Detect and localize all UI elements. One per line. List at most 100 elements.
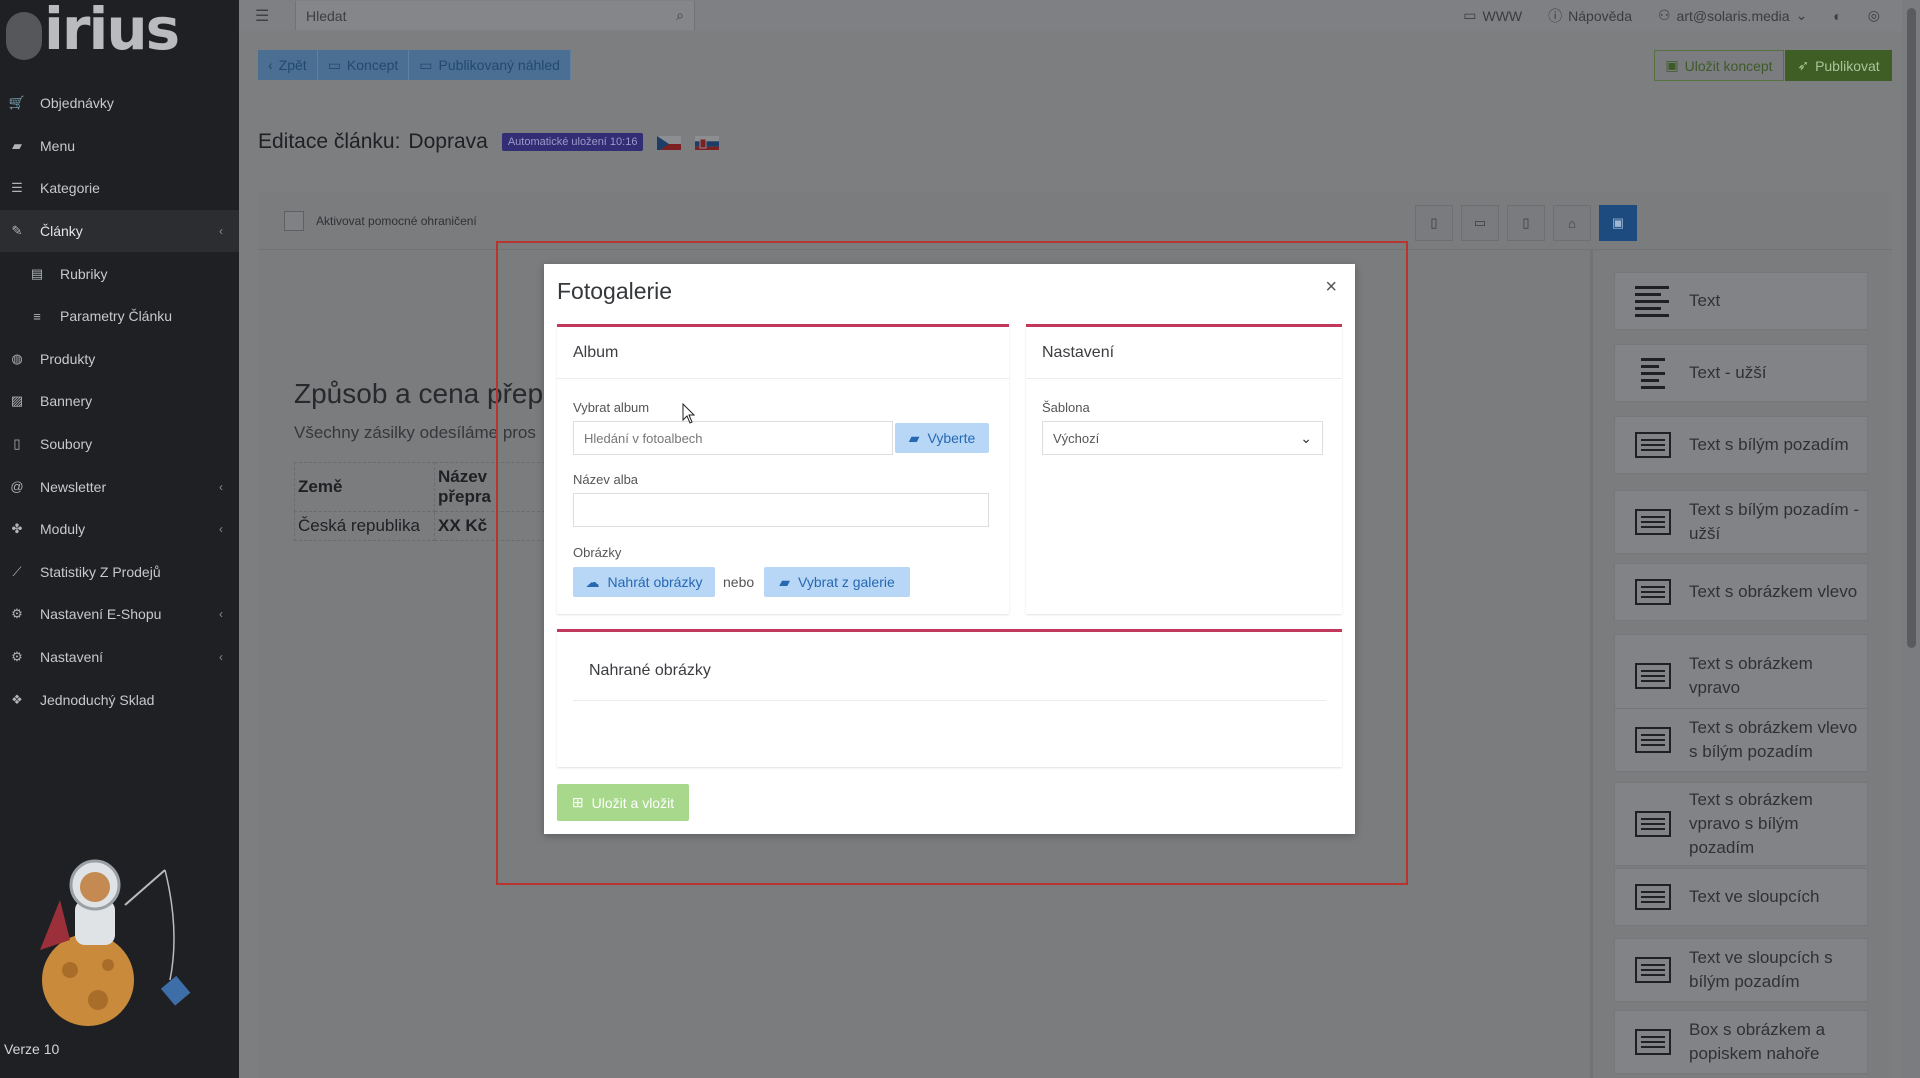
widget-item[interactable]: Text s obrázkem vlevo s bílým pozadím: [1614, 708, 1868, 772]
upload-images-button[interactable]: ☁ Nahrát obrázky: [573, 567, 715, 597]
album-panel-title: Album: [557, 327, 1009, 379]
widget-item[interactable]: Text s obrázkem vpravo s bílým pozadím: [1614, 782, 1868, 866]
laptop-icon[interactable]: ⌂: [1553, 205, 1591, 241]
image-caption-icon: [1635, 1029, 1671, 1055]
global-search-input[interactable]: Hledat ⌕: [295, 1, 695, 30]
sidebar-item[interactable]: ✎ Články ‹: [0, 209, 239, 253]
sidebar-item[interactable]: ▨ Bannery: [0, 380, 239, 423]
www-label: WWW: [1482, 7, 1523, 24]
chevron-left-icon: ‹: [268, 57, 273, 73]
sidebar-item-label: Objednávky: [40, 95, 114, 112]
topbar: ☰ Hledat ⌕ ▭ WWW ⓘ Nápověda ⚇ art@solaris.m…: [239, 0, 1920, 31]
widget-item[interactable]: Text ve sloupcích: [1614, 868, 1868, 926]
sidebar-item[interactable]: ◍ Produkty: [0, 338, 239, 381]
widget-item[interactable]: Text s obrázkem vpravo: [1614, 634, 1868, 718]
czech-flag-icon[interactable]: [657, 134, 682, 150]
sidebar-item[interactable]: ⚙ Nastavení ‹: [0, 636, 239, 679]
images-label: Obrázky: [573, 545, 622, 560]
image-left-icon: [1635, 579, 1671, 605]
monitor-icon: ▭: [419, 56, 433, 73]
select-from-gallery-label: Vybrat z galerie: [798, 574, 895, 590]
language-flag-icon[interactable]: ◐: [1833, 8, 1841, 24]
sidebar-item[interactable]: ▤ Rubriky: [0, 252, 239, 295]
astronaut-mascot-illustration: [40, 859, 191, 1026]
sidebar-item[interactable]: @ Newsletter ‹: [0, 465, 239, 508]
widget-label: Text s obrázkem vlevo: [1689, 582, 1858, 601]
widget-label: Text: [1689, 291, 1721, 310]
helper-border-checkbox[interactable]: [284, 210, 304, 231]
widget-item[interactable]: Text ve sloupcích s bílým pozadím: [1614, 938, 1868, 1002]
sidebar-item-label: Rubriky: [60, 265, 108, 282]
phone-landscape-icon[interactable]: ▭: [1461, 205, 1499, 241]
image-right-icon: [1635, 663, 1671, 689]
album-search-placeholder: Hledání v fotoalbech: [584, 430, 703, 446]
boxes-icon: ❖: [11, 691, 23, 707]
widget-item[interactable]: Box s obrázkem a popiskem nahoře: [1614, 1010, 1868, 1074]
select-from-gallery-button[interactable]: ▰ Vybrat z galerie: [764, 567, 910, 597]
concept-label: Koncept: [346, 57, 399, 73]
device-preview-buttons: ▯ ▭ ▯ ⌂ ▣: [1415, 205, 1637, 241]
astronaut-logo-icon: [6, 12, 42, 60]
save-concept-button[interactable]: ▣ Uložit koncept: [1654, 50, 1784, 81]
slovak-flag-icon[interactable]: [695, 134, 720, 150]
sidebar: irius 🛒 Objednávky ▰ Menu ☰ Kategorie ✎ Články ‹…: [0, 0, 239, 1078]
page-scrollbar[interactable]: [1902, 0, 1920, 1078]
sidebar-item[interactable]: ❖ Jednoduchý Sklad: [0, 678, 239, 721]
sidebar-item[interactable]: ▰ Menu: [0, 125, 239, 168]
publish-button[interactable]: ➶ Publikovat: [1785, 50, 1892, 81]
concept-button[interactable]: ▭ Koncept: [317, 50, 410, 80]
save-and-insert-button[interactable]: ⊞ Uložit a vložit: [557, 784, 689, 821]
article-action-bar: ‹ Zpět ▭ Koncept ▭ Publikovaný náhled: [258, 50, 571, 80]
template-select[interactable]: Výchozí ⌄: [1042, 421, 1323, 455]
settings-panel: Nastavení Šablona Výchozí ⌄: [1026, 324, 1342, 614]
tablet-icon[interactable]: ▯: [1507, 205, 1545, 241]
widget-item[interactable]: Text s bílým pozadím - užší: [1614, 490, 1868, 554]
sidebar-item-label: Kategorie: [40, 180, 100, 197]
chevron-left-icon: ‹: [219, 522, 223, 537]
published-preview-button[interactable]: ▭ Publikovaný náhled: [409, 50, 571, 80]
folder-icon: ▰: [12, 137, 22, 153]
sidebar-item[interactable]: ⟋ Statistiky Z Prodejů: [0, 551, 239, 594]
close-icon[interactable]: ×: [1325, 276, 1337, 299]
album-search-input[interactable]: Hledání v fotoalbech: [573, 421, 893, 455]
chevron-left-icon: ‹: [219, 650, 223, 665]
chevron-down-icon: ⌄: [1300, 429, 1312, 446]
help-link[interactable]: ⓘ Nápověda: [1548, 6, 1632, 26]
widget-label: Text s obrázkem vpravo: [1689, 654, 1813, 697]
phone-portrait-icon[interactable]: ▯: [1415, 205, 1453, 241]
chart-icon: ⟋: [12, 563, 22, 579]
settings-circle-icon[interactable]: ◎: [1868, 7, 1880, 24]
widget-item[interactable]: Text s obrázkem vlevo: [1614, 563, 1868, 621]
image-left-box-icon: [1635, 727, 1671, 753]
hamburger-menu-icon[interactable]: ☰: [255, 6, 283, 26]
modal-title: Fotogalerie: [557, 278, 673, 304]
www-link[interactable]: ▭ WWW: [1463, 7, 1522, 24]
back-button[interactable]: ‹ Zpět: [258, 50, 318, 80]
widget-item[interactable]: Text: [1614, 272, 1868, 330]
sidebar-item[interactable]: ☰ Kategorie: [0, 167, 239, 210]
search-icon[interactable]: ⌕: [676, 7, 684, 24]
sidebar-item-label: Jednoduchý Sklad: [40, 691, 155, 708]
image-right-box-icon: [1635, 811, 1671, 837]
desktop-icon[interactable]: ▣: [1599, 205, 1637, 241]
widget-item[interactable]: Text - užší: [1614, 344, 1868, 402]
widget-label: Text s bílým pozadím: [1689, 435, 1849, 454]
sidebar-item-label: Newsletter: [40, 478, 107, 495]
select-album-button[interactable]: ▰ Vyberte: [895, 423, 989, 453]
sidebar-item-label: Nastavení: [40, 649, 104, 666]
user-menu[interactable]: ⚇ art@solaris.media ⌄: [1658, 7, 1807, 24]
text-box-narrow-icon: [1635, 509, 1671, 535]
select-album-label: Vybrat album: [573, 400, 650, 415]
sidebar-item[interactable]: ✤ Moduly ‹: [0, 508, 239, 551]
sidebar-item[interactable]: ≡ Parametry Článku: [0, 295, 239, 338]
sidebar-item-label: Parametry Článku: [60, 308, 173, 325]
save-concept-label: Uložit koncept: [1684, 57, 1773, 74]
widget-item[interactable]: Text s bílým pozadím: [1614, 416, 1868, 474]
text-box-icon: [1635, 432, 1671, 458]
sidebar-item[interactable]: ⚙ Nastavení E-Shopu ‹: [0, 593, 239, 636]
logo[interactable]: irius: [0, 0, 239, 72]
album-name-input[interactable]: [573, 493, 989, 527]
sidebar-item[interactable]: 🛒 Objednávky: [0, 82, 239, 125]
scrollbar-thumb[interactable]: [1907, 8, 1916, 648]
sidebar-item[interactable]: ▯ Soubory: [0, 423, 239, 466]
